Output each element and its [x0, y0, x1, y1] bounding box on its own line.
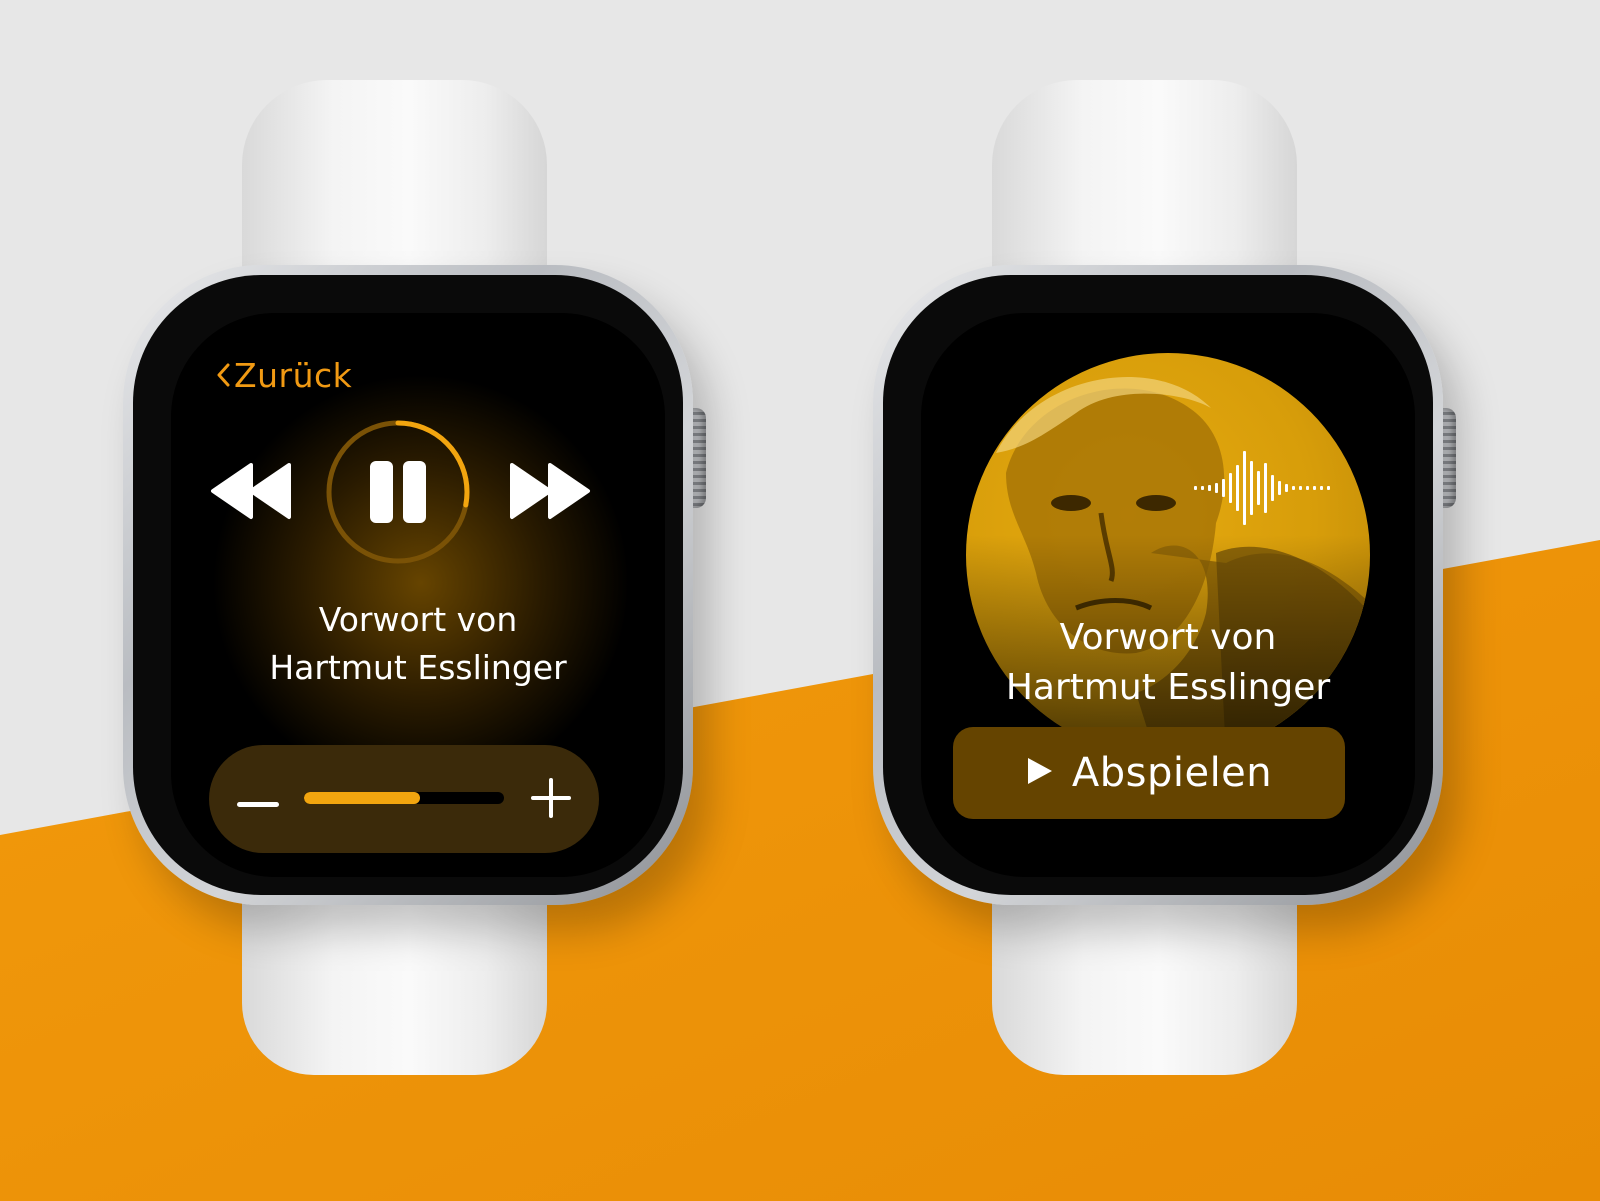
- rewind-button[interactable]: [209, 461, 293, 525]
- volume-down-button[interactable]: [237, 793, 279, 812]
- volume-up-button[interactable]: [531, 778, 571, 822]
- volume-slider[interactable]: [304, 792, 504, 804]
- title-line-1: Vorwort von: [1059, 617, 1277, 658]
- right-watch-screen: Vorwort von Hartmut Esslinger Abspielen: [921, 313, 1415, 877]
- right-watch-case: Vorwort von Hartmut Esslinger Abspielen: [873, 265, 1443, 905]
- title-line-2: Hartmut Esslinger: [269, 648, 567, 687]
- left-watch-screen: Zurück Vorwort von Hartmut Esslinger: [171, 313, 665, 877]
- volume-control[interactable]: [209, 745, 599, 853]
- episode-title: Vorwort von Hartmut Esslinger: [946, 613, 1390, 713]
- back-button[interactable]: Zurück: [216, 356, 352, 395]
- pause-icon: [368, 459, 428, 529]
- title-line-1: Vorwort von: [318, 600, 518, 639]
- fast-forward-button[interactable]: [508, 461, 592, 525]
- episode-title: Vorwort von Hartmut Esslinger: [201, 596, 635, 692]
- minus-icon: [237, 793, 279, 812]
- plus-icon: [531, 778, 571, 822]
- rewind-icon: [209, 463, 293, 525]
- volume-level: [304, 792, 420, 804]
- left-watch-case: Zurück Vorwort von Hartmut Esslinger: [123, 265, 693, 905]
- back-label: Zurück: [234, 356, 353, 395]
- left-watch-bezel: Zurück Vorwort von Hartmut Esslinger: [133, 275, 683, 895]
- fast-forward-icon: [508, 463, 592, 525]
- right-watch-bezel: Vorwort von Hartmut Esslinger Abspielen: [883, 275, 1433, 895]
- chevron-left-icon: [216, 360, 230, 395]
- play-button[interactable]: Abspielen: [953, 727, 1345, 819]
- title-line-2: Hartmut Esslinger: [1005, 667, 1331, 708]
- play-icon: [1026, 756, 1054, 790]
- pause-button[interactable]: [323, 417, 473, 571]
- mockup-stage: Zurück Vorwort von Hartmut Esslinger Vor…: [0, 0, 1600, 1201]
- waveform-icon: [1194, 443, 1334, 537]
- play-label: Abspielen: [1071, 750, 1273, 796]
